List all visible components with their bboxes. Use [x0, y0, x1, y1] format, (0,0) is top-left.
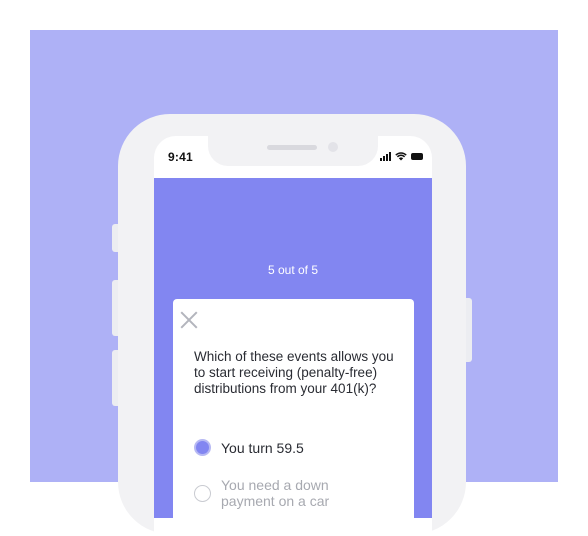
answer-option-label: You need a down payment on a car [221, 477, 330, 509]
speaker-grille [267, 145, 317, 150]
battery-icon [411, 153, 423, 160]
cellular-signal-icon [380, 151, 391, 161]
status-icons [380, 151, 423, 161]
phone-power-button [466, 298, 472, 362]
radio-unselected-icon[interactable] [194, 485, 211, 502]
answer-option-label: You turn 59.5 [221, 440, 304, 456]
answer-option-2[interactable]: You need a down payment on a car [194, 477, 371, 509]
phone-notch [208, 136, 378, 166]
wifi-icon [395, 152, 407, 161]
answer-option-1[interactable]: You turn 59.5 [194, 439, 304, 457]
radio-selected-icon[interactable] [194, 439, 211, 456]
question-text: Which of these events allows you to star… [194, 349, 394, 396]
front-camera [328, 142, 338, 152]
quiz-progress: 5 out of 5 [267, 263, 319, 277]
close-icon[interactable] [178, 309, 200, 331]
status-time: 9:41 [168, 150, 193, 164]
